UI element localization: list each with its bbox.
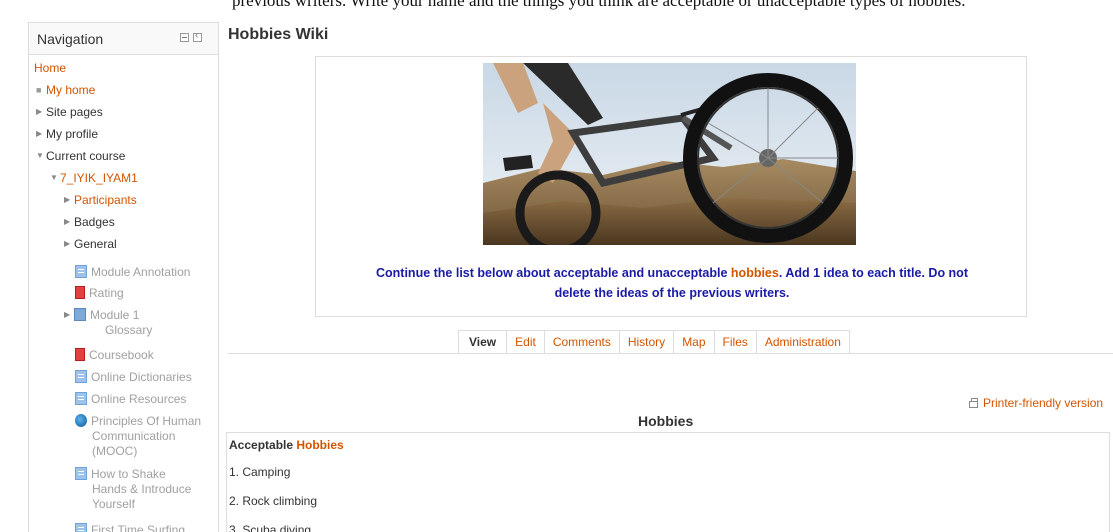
page-icon	[75, 392, 87, 405]
expand-arrow-icon[interactable]: ▶	[64, 191, 74, 209]
expand-arrow-icon[interactable]: ▶	[64, 235, 74, 253]
tab-map[interactable]: Map	[674, 330, 715, 354]
activity-coursebook[interactable]: Coursebook	[75, 346, 154, 364]
tab-edit[interactable]: Edit	[507, 330, 545, 354]
printer-friendly-label[interactable]: Printer-friendly version	[983, 396, 1103, 410]
intro-text-part2: . Add 1 idea to each title. Do not	[778, 266, 968, 280]
page-icon	[75, 467, 87, 480]
bullet-icon: ■	[36, 85, 42, 95]
tab-files[interactable]: Files	[714, 330, 757, 354]
printer-friendly-link[interactable]: Printer-friendly version	[969, 396, 1103, 410]
activity-label[interactable]: Online Dictionaries	[91, 370, 192, 384]
activity-surfing[interactable]: First Time Surfing	[75, 521, 185, 532]
tab-administration[interactable]: Administration	[756, 330, 850, 354]
mountain-bike-image	[483, 63, 856, 245]
nav-my-home-label[interactable]: My home	[46, 83, 95, 97]
nav-current-course[interactable]: ▼ Current course	[36, 147, 125, 165]
nav-my-home[interactable]: ■ My home	[36, 81, 95, 99]
nav-general-label[interactable]: General	[74, 237, 117, 251]
navigation-header: Navigation	[29, 23, 218, 55]
page-icon	[75, 523, 87, 532]
nav-course[interactable]: ▼ 7_IYIK_IYAM1	[50, 169, 138, 187]
tab-history[interactable]: History	[619, 330, 675, 354]
activity-label[interactable]: First Time Surfing	[91, 523, 185, 532]
activity-module-glossary-line2[interactable]: Glossary	[105, 321, 152, 339]
activity-label[interactable]: Module 1	[90, 308, 139, 322]
activity-principles-line3[interactable]: (MOOC)	[92, 442, 137, 460]
list-item: 1. Camping	[229, 465, 291, 479]
list-item: 3. Scuba diving	[229, 523, 312, 532]
activity-label[interactable]: Principles Of Human	[91, 414, 201, 428]
expand-arrow-icon[interactable]: ▶	[36, 103, 46, 121]
nav-participants[interactable]: ▶ Participants	[64, 191, 137, 209]
url-icon	[75, 414, 87, 427]
nav-course-label[interactable]: 7_IYIK_IYAM1	[60, 171, 138, 185]
expand-arrow-icon[interactable]: ▶	[36, 125, 46, 143]
nav-home[interactable]: Home	[34, 59, 66, 77]
activity-online-dictionaries[interactable]: Online Dictionaries	[75, 368, 192, 386]
printer-icon	[969, 398, 978, 408]
wiki-page-heading: Hobbies	[638, 413, 694, 429]
collapse-arrow-icon[interactable]: ▼	[36, 147, 46, 165]
intro-text-part1: Continue the list below about acceptable…	[376, 266, 731, 280]
nav-badges[interactable]: ▶ Badges	[64, 213, 115, 231]
nav-general[interactable]: ▶ General	[64, 235, 117, 253]
expand-arrow-icon[interactable]: ▶	[64, 213, 74, 231]
activity-online-resources[interactable]: Online Resources	[75, 390, 186, 408]
navigation-block: Navigation Home ■My home ▶Site pages ▶My…	[28, 22, 219, 532]
tab-comments[interactable]: Comments	[544, 330, 620, 354]
collapse-arrow-icon[interactable]: ▼	[50, 169, 60, 187]
hide-block-icon[interactable]	[193, 30, 202, 42]
navigation-title: Navigation	[37, 31, 104, 47]
nav-my-profile-label[interactable]: My profile	[46, 127, 98, 141]
page-icon	[75, 265, 87, 278]
top-cut-text: previous writers. Write your name and th…	[232, 0, 966, 10]
nav-my-profile[interactable]: ▶ My profile	[36, 125, 98, 143]
activity-label[interactable]: Online Resources	[91, 392, 186, 406]
activity-module-annotation[interactable]: Module Annotation	[75, 263, 190, 281]
book-icon	[75, 286, 85, 299]
glossary-icon	[74, 308, 86, 321]
nav-participants-label[interactable]: Participants	[74, 193, 137, 207]
activity-label[interactable]: Module Annotation	[91, 265, 190, 279]
nav-current-course-label[interactable]: Current course	[46, 149, 125, 163]
nav-site-pages-label[interactable]: Site pages	[46, 105, 103, 119]
activity-label[interactable]: Yourself	[92, 497, 135, 511]
wiki-section-heading: Acceptable Hobbies	[229, 438, 344, 452]
intro-text-line2: delete the ideas of the previous writers…	[554, 286, 790, 300]
nav-site-pages[interactable]: ▶ Site pages	[36, 103, 103, 121]
tab-view[interactable]: View	[458, 330, 508, 354]
section-prefix: Acceptable	[229, 438, 297, 452]
book-icon	[75, 348, 85, 361]
intro-instructions: Continue the list below about acceptable…	[326, 263, 1018, 303]
expand-arrow-icon[interactable]: ▶	[64, 306, 74, 324]
activity-label[interactable]: How to Shake	[91, 467, 166, 481]
activity-shake-hands-line3[interactable]: Yourself	[92, 495, 135, 513]
intro-box: Continue the list below about acceptable…	[315, 56, 1027, 317]
wiki-tabs: View Edit Comments History Map Files Adm…	[458, 330, 850, 354]
tab-divider	[228, 353, 1113, 354]
list-item: 2. Rock climbing	[229, 494, 318, 508]
nav-home-label[interactable]: Home	[34, 61, 66, 75]
activity-label[interactable]: Communication	[92, 429, 175, 443]
activity-label[interactable]: (MOOC)	[92, 444, 137, 458]
activity-label[interactable]: Coursebook	[89, 348, 154, 362]
activity-label[interactable]: Rating	[89, 286, 124, 300]
page-title: Hobbies Wiki	[228, 26, 329, 43]
activity-rating[interactable]: Rating	[75, 284, 124, 302]
activity-label[interactable]: Hands & Introduce	[92, 482, 191, 496]
intro-highlight-link[interactable]: hobbies	[731, 266, 779, 280]
top-cut-text-strip: previous writers. Write your name and th…	[0, 0, 1113, 20]
section-link[interactable]: Hobbies	[296, 438, 343, 452]
activity-label[interactable]: Glossary	[105, 323, 152, 337]
page-icon	[75, 370, 87, 383]
wiki-content: Acceptable Hobbies 1. Camping 2. Rock cl…	[226, 432, 1110, 532]
dock-block-icon[interactable]	[180, 33, 189, 42]
nav-badges-label[interactable]: Badges	[74, 215, 115, 229]
